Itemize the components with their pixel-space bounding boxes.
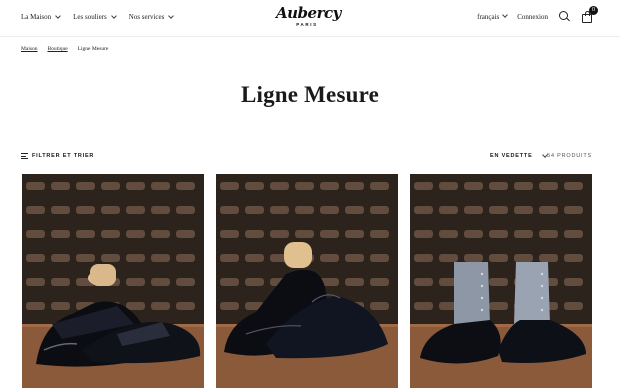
nav-la-maison[interactable]: La Maison: [21, 12, 61, 21]
sort-dropdown[interactable]: En vedette: [490, 151, 548, 159]
filter-label: Filtrer et trier: [32, 153, 95, 159]
chevron-down-icon: [55, 12, 61, 19]
nav-nos-services-label: Nos services: [128, 13, 165, 21]
nav-nos-services[interactable]: Nos services: [128, 12, 175, 21]
language-label: français: [477, 12, 500, 21]
page-title: Ligne Mesure: [240, 82, 380, 107]
cart-button[interactable]: 0: [581, 6, 598, 23]
brand-logo[interactable]: Aubercy PARIS: [276, 4, 341, 30]
login-link[interactable]: Connexion: [517, 13, 548, 21]
product-image-loafer: [22, 174, 204, 388]
chevron-down-icon: [168, 12, 175, 19]
product-card-2[interactable]: [216, 174, 398, 388]
breadcrumb-boutique[interactable]: Boutique: [48, 46, 68, 52]
filter-sort-button[interactable]: Filtrer et trier: [21, 153, 94, 159]
breadcrumb-current: Ligne Mesure: [77, 46, 109, 52]
chevron-down-icon: [502, 12, 509, 18]
nav-les-souliers-label: Les souliers: [73, 13, 107, 21]
filter-icon: [21, 153, 28, 159]
sort-label: En vedette: [490, 153, 533, 159]
logo-subtitle: PARIS: [296, 22, 318, 27]
collection-toolbar: Filtrer et trier En vedette 54 produits: [21, 151, 592, 163]
cart-count-badge: 0: [589, 6, 598, 15]
logo-wordmark: Aubercy: [276, 4, 341, 22]
breadcrumb: Maison Boutique Ligne Mesure: [21, 46, 108, 52]
nav-la-maison-label: La Maison: [21, 13, 52, 21]
product-image-derby: [216, 174, 398, 388]
product-count: 54 produits: [547, 153, 592, 159]
site-header: La Maison Les souliers Nos services Aube…: [0, 0, 620, 37]
main-nav: La Maison Les souliers Nos services: [21, 12, 175, 21]
search-icon[interactable]: [558, 10, 571, 23]
product-card-1[interactable]: [22, 174, 204, 388]
breadcrumb-maison[interactable]: Maison: [21, 46, 38, 52]
chevron-down-icon: [110, 12, 117, 19]
product-card-3[interactable]: [410, 174, 592, 388]
language-selector[interactable]: français: [477, 12, 509, 21]
header-actions: français Connexion 0: [477, 6, 598, 23]
nav-les-souliers[interactable]: Les souliers: [73, 12, 117, 21]
product-image-boot: [410, 174, 592, 388]
